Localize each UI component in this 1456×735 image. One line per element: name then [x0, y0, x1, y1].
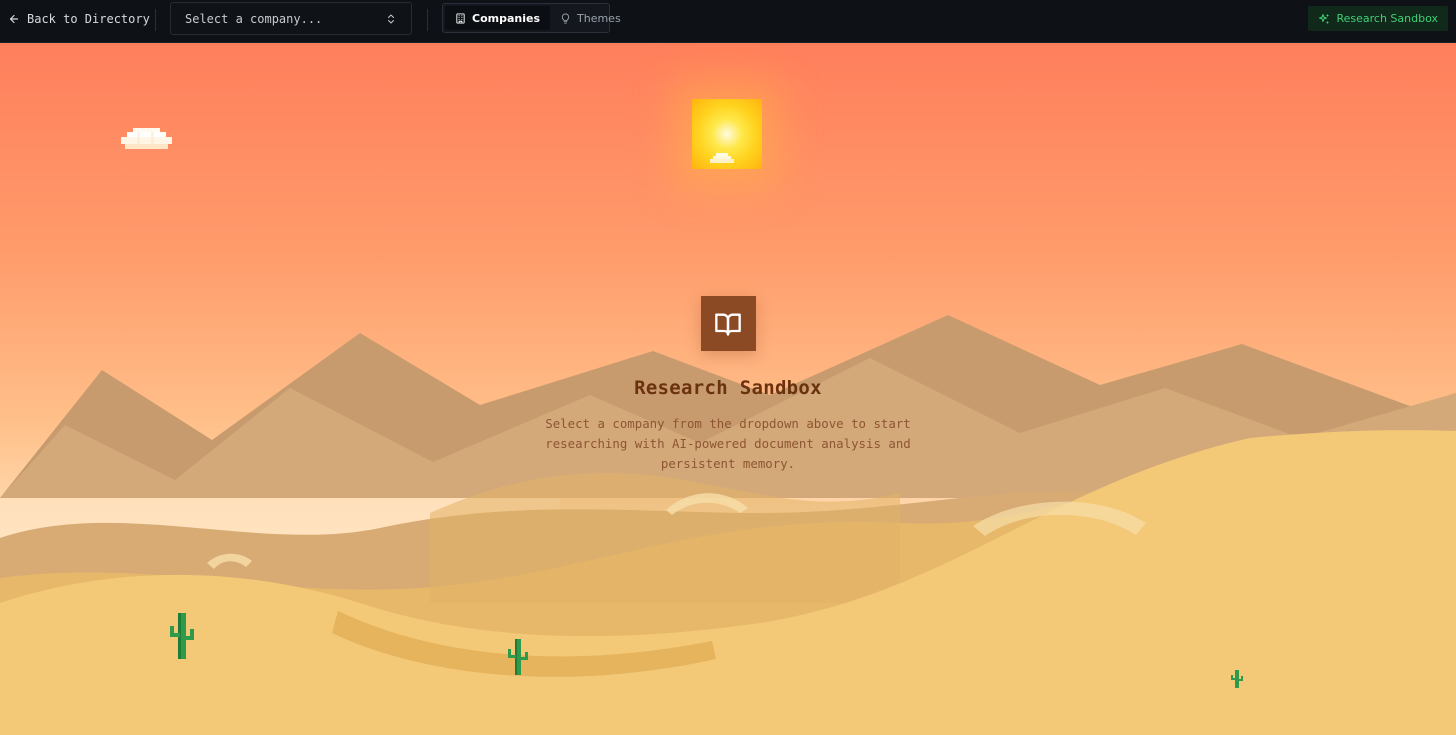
pixel-cloud: [121, 128, 172, 149]
cactus: [170, 613, 194, 659]
top-bar: Back to Directory Select a company... Co…: [0, 0, 1456, 43]
sparkles-icon: [1319, 13, 1329, 23]
tab-themes-label: Themes: [577, 11, 621, 25]
arrow-left-icon: [9, 14, 19, 24]
divider: [427, 9, 428, 31]
tab-companies[interactable]: Companies: [445, 6, 550, 30]
book-icon-box: [700, 296, 756, 351]
desert-scene-background: Research Sandbox Select a company from t…: [0, 43, 1456, 735]
page-title: Research Sandbox: [634, 377, 822, 399]
lightbulb-icon: [561, 12, 570, 24]
company-select-placeholder: Select a company...: [185, 11, 323, 26]
tab-themes[interactable]: Themes: [550, 6, 631, 30]
small-cloud: [710, 153, 734, 163]
empty-state: Research Sandbox Select a company from t…: [478, 296, 978, 474]
research-sandbox-button[interactable]: Research Sandbox: [1308, 6, 1448, 31]
company-select[interactable]: Select a company...: [170, 2, 412, 35]
cactus: [508, 639, 528, 675]
divider: [155, 9, 156, 31]
tab-companies-label: Companies: [472, 11, 540, 25]
back-to-directory-label: Back to Directory: [27, 12, 150, 26]
research-sandbox-label: Research Sandbox: [1336, 12, 1438, 25]
view-toggle: Companies Themes: [442, 3, 621, 33]
book-open-icon: [715, 313, 741, 336]
cactus: [1231, 670, 1243, 688]
building-icon: [456, 12, 465, 24]
page-description: Select a company from the dropdown above…: [545, 416, 911, 471]
chevrons-up-down-icon: [388, 14, 394, 24]
back-to-directory-button[interactable]: Back to Directory: [8, 10, 150, 28]
